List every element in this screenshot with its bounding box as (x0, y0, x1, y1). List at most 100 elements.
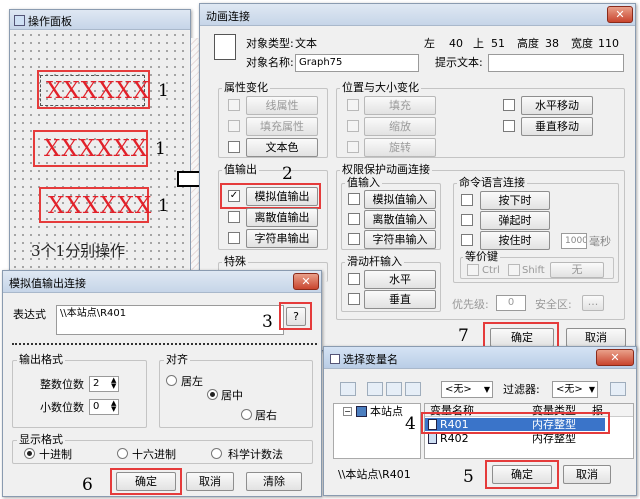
string-output-checkbox[interactable] (228, 232, 240, 244)
tree-root-label[interactable]: 本站点 (370, 405, 403, 418)
select-window-icon (330, 354, 340, 364)
hint-text-field[interactable] (488, 54, 624, 72)
attribute-change-group-label: 属性变化 (222, 81, 270, 94)
string-output-button[interactable]: 字符串输出 (246, 229, 318, 248)
discrete-input-checkbox[interactable] (348, 213, 360, 225)
hold-interval-field[interactable]: 1000 (561, 233, 587, 249)
decimal-radio[interactable] (24, 448, 35, 459)
align-center-label: 居中 (221, 389, 243, 402)
align-center-radio[interactable] (207, 389, 218, 400)
select-ok-button[interactable]: 确定 (492, 465, 552, 484)
scale-button[interactable]: 缩放 (364, 117, 436, 136)
count-label-3: 1 (158, 196, 169, 216)
height-value: 38 (545, 37, 559, 50)
hex-label: 十六进制 (132, 448, 176, 461)
analog-output-checkbox[interactable]: ✓ (228, 190, 240, 202)
slider-vertical-checkbox[interactable] (348, 293, 360, 305)
line-attr-button[interactable]: 线属性 (246, 96, 318, 115)
security-zone-button[interactable]: ... (582, 295, 604, 311)
filter-combo-value: <无> (556, 384, 583, 395)
type-combo-value: <无> (445, 384, 472, 395)
select-cancel-button[interactable]: 取消 (563, 465, 611, 484)
string-input-checkbox[interactable] (348, 233, 360, 245)
hotkey-none-button[interactable]: 无 (550, 262, 604, 278)
horizontal-move-button[interactable]: 水平移动 (521, 96, 593, 115)
animation-ok-button[interactable]: 确定 (490, 328, 554, 347)
integer-digits-spinner[interactable]: ▲ ▼ (111, 377, 116, 390)
text-object-2[interactable]: XXXXXX (44, 136, 148, 162)
analog-clear-button[interactable]: 清除 (246, 472, 302, 491)
vertical-move-checkbox[interactable] (503, 120, 515, 132)
fill-attr-button[interactable]: 填充属性 (246, 117, 318, 136)
permission-group-label: 权限保护动画连接 (340, 163, 432, 176)
ctrl-checkbox[interactable] (467, 264, 479, 276)
decimal-digits-spinner[interactable]: ▲ ▼ (111, 400, 116, 413)
analog-output-title: 模拟值输出连接 (9, 277, 86, 290)
text-object-1[interactable]: XXXXXX (46, 78, 150, 104)
fill-checkbox[interactable] (347, 99, 359, 111)
object-name-label: 对象名称: (246, 56, 294, 69)
discrete-output-checkbox[interactable] (228, 211, 240, 223)
grid-view-icon[interactable] (405, 382, 421, 396)
animation-cancel-button[interactable]: 取消 (566, 328, 626, 347)
details-view-icon[interactable] (386, 382, 402, 396)
object-name-field[interactable]: Graph75 (295, 54, 419, 72)
type-combo[interactable]: <无> ▼ (441, 381, 493, 398)
text-object-3[interactable]: XXXXXX (48, 193, 152, 219)
analog-cancel-button[interactable]: 取消 (186, 472, 234, 491)
filter-combo[interactable]: <无> ▼ (552, 381, 598, 398)
align-right-radio[interactable] (241, 409, 252, 420)
on-hold-checkbox[interactable] (461, 234, 473, 246)
fill-attr-checkbox[interactable] (228, 120, 240, 132)
scale-checkbox[interactable] (347, 120, 359, 132)
discrete-input-button[interactable]: 离散值输入 (364, 210, 436, 229)
on-release-button[interactable]: 弹起时 (480, 211, 550, 230)
step-5-label: 5 (463, 467, 474, 487)
analog-output-titlebar: 模拟值输出连接 ✕ (3, 271, 321, 293)
on-press-checkbox[interactable] (461, 194, 473, 206)
width-label: 宽度 (571, 37, 593, 50)
line-attr-checkbox[interactable] (228, 99, 240, 111)
variable-browse-button[interactable]: ? (286, 307, 306, 326)
view-icon-1[interactable] (340, 382, 356, 396)
slider-horizontal-button[interactable]: 水平 (364, 270, 436, 289)
scientific-radio[interactable] (211, 448, 222, 459)
analog-ok-button[interactable]: 确定 (116, 472, 176, 491)
on-press-button[interactable]: 按下时 (480, 191, 550, 210)
align-left-radio[interactable] (166, 375, 177, 386)
analog-input-checkbox[interactable] (348, 193, 360, 205)
align-left-label: 居左 (181, 375, 203, 388)
list-view-icon[interactable] (367, 382, 383, 396)
shift-checkbox[interactable] (508, 264, 520, 276)
animation-link-title: 动画连接 (206, 10, 250, 23)
text-color-button[interactable]: 文本色 (246, 138, 318, 157)
analog-input-button[interactable]: 模拟值输入 (364, 190, 436, 209)
fill-button[interactable]: 填充 (364, 96, 436, 115)
hint-text-label: 提示文本: (435, 56, 483, 69)
discrete-output-button[interactable]: 离散值输出 (246, 208, 318, 227)
animation-link-titlebar: 动画连接 ✕ (200, 4, 635, 26)
close-icon[interactable]: ✕ (607, 6, 633, 23)
object-type-label: 对象类型: (246, 37, 294, 50)
slider-horizontal-checkbox[interactable] (348, 273, 360, 285)
vertical-move-button[interactable]: 垂直移动 (521, 117, 593, 136)
priority-field[interactable]: 0 (496, 295, 526, 311)
filter-label: 过滤器: (503, 383, 540, 396)
rotate-checkbox[interactable] (347, 141, 359, 153)
rotate-button[interactable]: 旋转 (364, 138, 436, 157)
close-icon[interactable]: ✕ (293, 273, 319, 290)
hex-radio[interactable] (117, 448, 128, 459)
string-input-button[interactable]: 字符串输入 (364, 230, 436, 249)
on-release-checkbox[interactable] (461, 214, 473, 226)
horizontal-move-checkbox[interactable] (503, 99, 515, 111)
expression-field[interactable]: \\本站点\R401 (56, 305, 284, 335)
analog-output-button[interactable]: 模拟值输出 (246, 187, 318, 206)
extra-tool-icon[interactable] (610, 382, 626, 396)
decimal-digits-label: 小数位数 (40, 401, 84, 414)
close-icon[interactable]: ✕ (596, 349, 634, 366)
tree-expander-icon[interactable]: − (343, 407, 352, 416)
text-color-checkbox[interactable] (228, 141, 240, 153)
ms-unit-label: 毫秒 (589, 235, 611, 248)
on-hold-button[interactable]: 按住时 (480, 231, 550, 250)
slider-vertical-button[interactable]: 垂直 (364, 290, 436, 309)
